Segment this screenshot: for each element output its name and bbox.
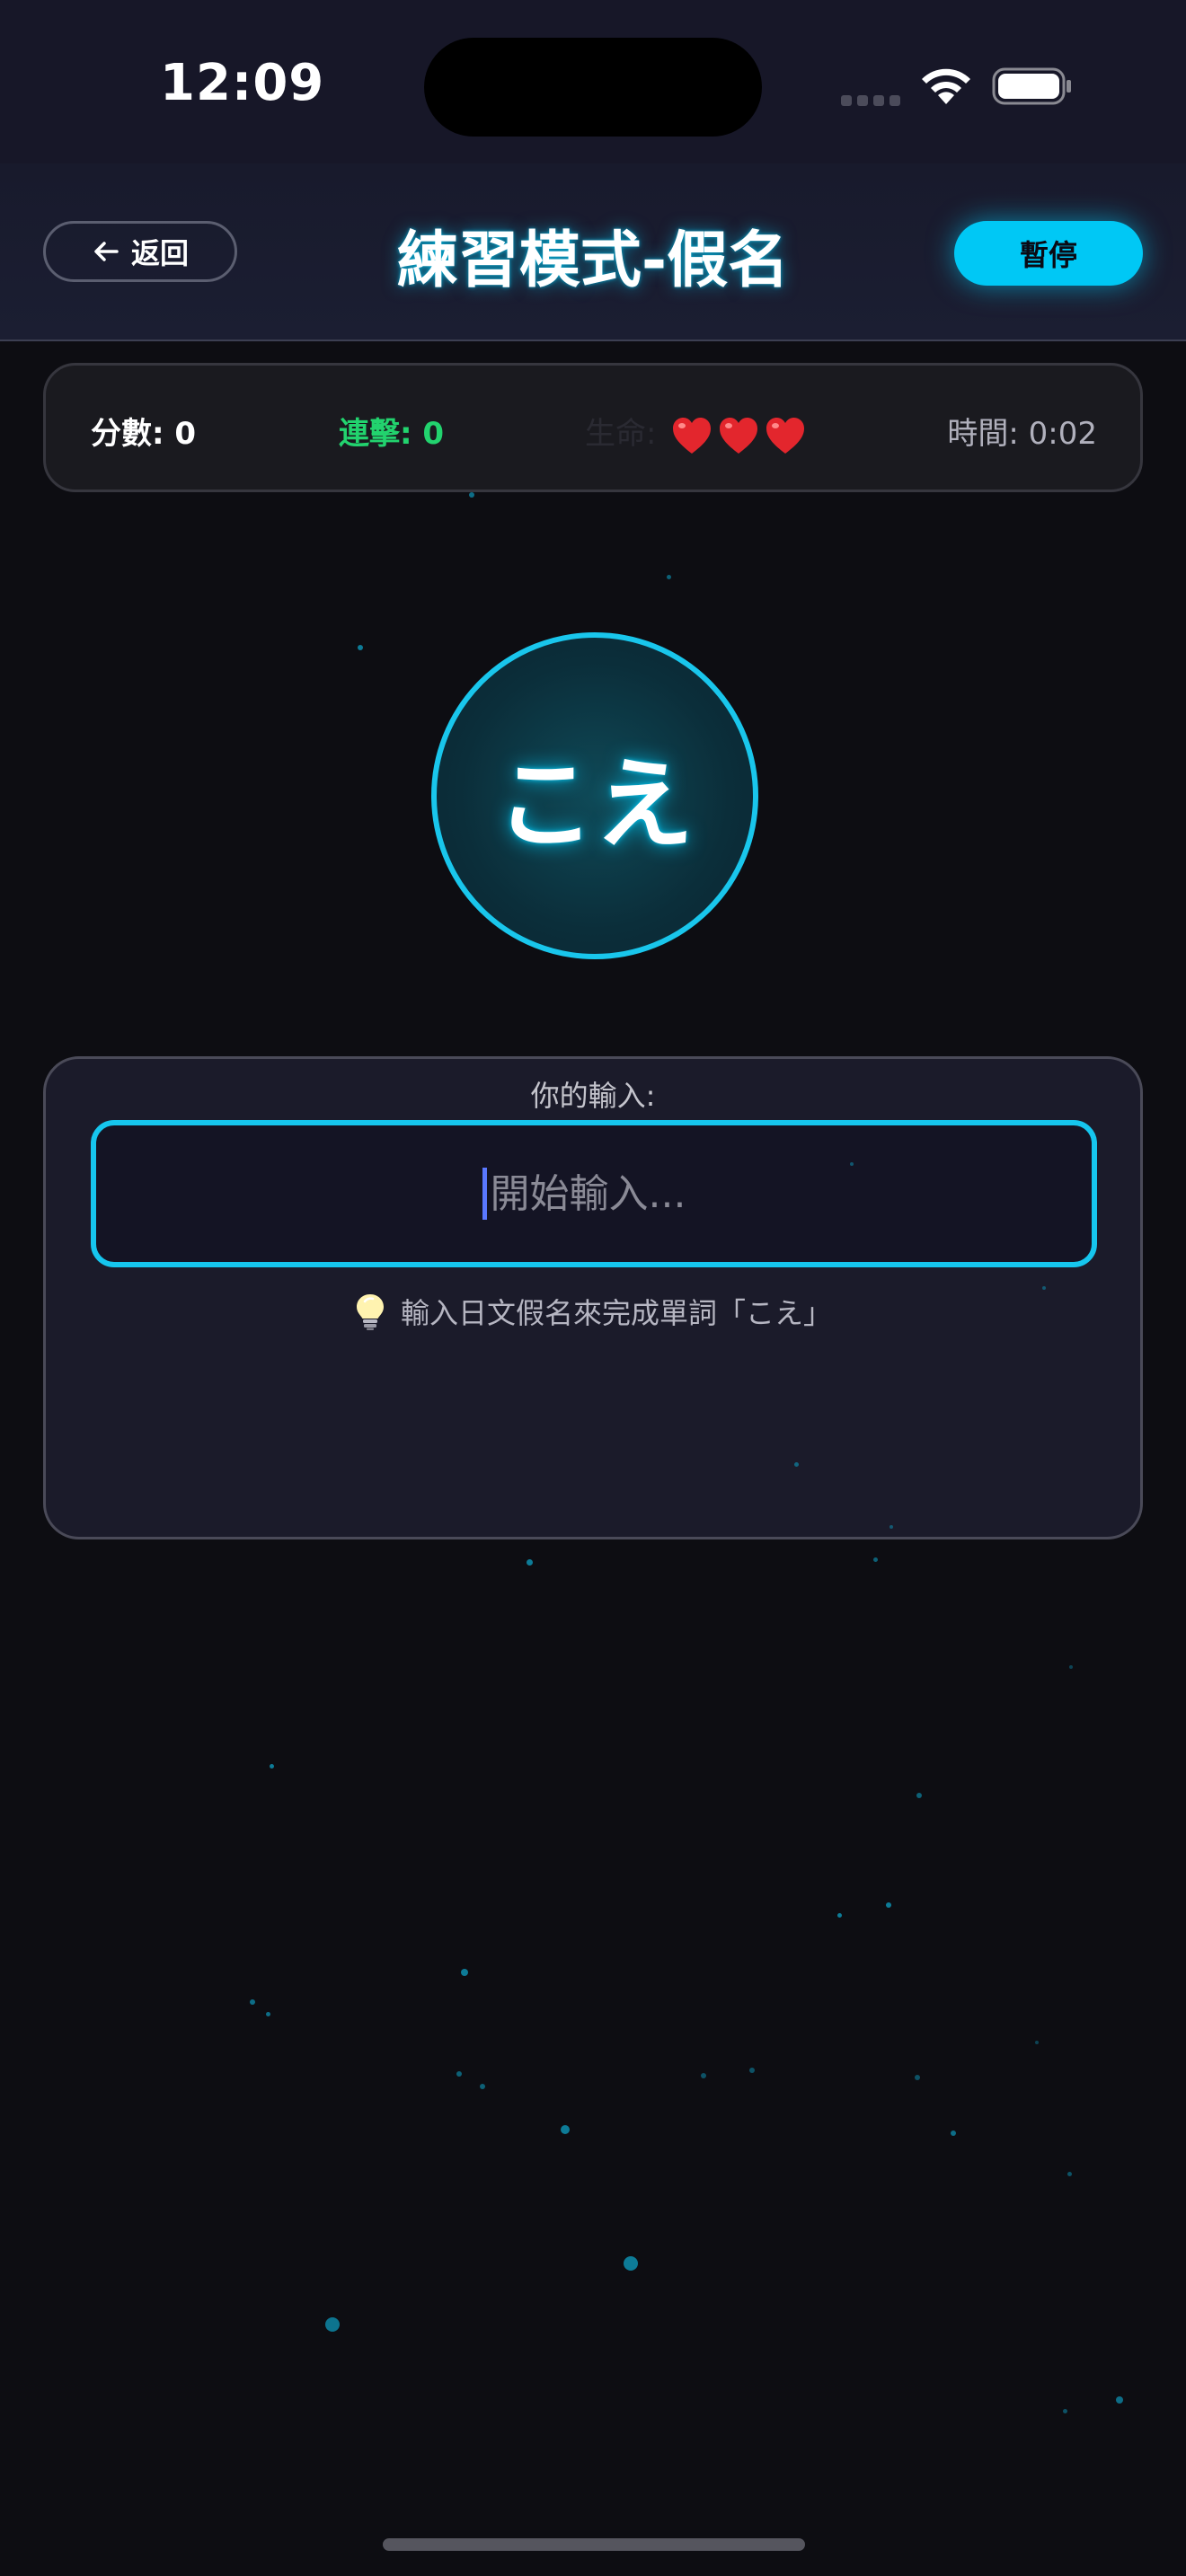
heart-icon [673, 417, 712, 454]
header: 返回 練習模式-假名 暫停 [0, 163, 1186, 341]
hint-text: 輸入日文假名來完成單詞「こえ」 [400, 1296, 832, 1330]
stats-bar: 分數: 0 連擊: 0 生命: 時間: 0:02 [43, 363, 1143, 492]
status-bar: 12:09 [0, 0, 1186, 163]
lives-label: 生命: [585, 416, 657, 452]
target-word: こえ [496, 747, 694, 862]
input-label: 你的輸入: [530, 1079, 656, 1113]
answer-input[interactable] [490, 1170, 706, 1217]
time-stat: 時間: 0:02 [947, 416, 1097, 452]
target-word-circle: こえ [431, 632, 758, 959]
home-indicator[interactable] [383, 2538, 805, 2551]
combo-stat: 連擊: 0 [339, 416, 445, 452]
heart-icon [720, 417, 758, 454]
wifi-icon [922, 68, 970, 104]
lives-hearts [671, 416, 806, 455]
lightbulb-icon [356, 1294, 384, 1330]
status-time: 12:09 [160, 54, 325, 112]
lives-stat: 生命: [585, 409, 806, 455]
dynamic-island [424, 38, 762, 137]
hint: 輸入日文假名來完成單詞「こえ」 [46, 1291, 1140, 1332]
input-panel: 你的輸入: 輸入日文假名來完成單詞「こえ」 [43, 1056, 1143, 1539]
score-stat: 分數: 0 [91, 416, 197, 452]
pause-button[interactable]: 暫停 [954, 221, 1143, 286]
text-caret [482, 1168, 487, 1220]
heart-icon [766, 417, 805, 454]
battery-icon [992, 67, 1071, 105]
cellular-signal-icon [841, 95, 900, 106]
answer-input-box[interactable] [91, 1120, 1097, 1267]
